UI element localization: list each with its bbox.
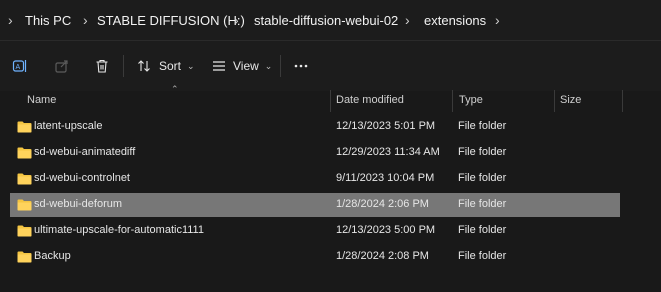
chevron-down-icon: ⌄ bbox=[264, 60, 273, 71]
share-icon bbox=[55, 60, 68, 73]
column-divider[interactable] bbox=[452, 90, 453, 112]
file-name: Backup bbox=[34, 250, 71, 262]
file-type: File folder bbox=[458, 198, 507, 210]
file-date-modified: 1/28/2024 2:06 PM bbox=[336, 198, 429, 210]
rename-button[interactable]: A bbox=[10, 52, 30, 80]
rename-icon: A bbox=[12, 60, 27, 72]
column-divider[interactable] bbox=[554, 90, 555, 112]
chevron-right-icon[interactable]: › bbox=[495, 12, 500, 28]
file-date-modified: 12/29/2023 11:34 AM bbox=[336, 146, 440, 158]
delete-icon bbox=[96, 59, 108, 73]
chevron-right-icon[interactable]: › bbox=[234, 12, 239, 28]
toolbar-separator bbox=[123, 55, 124, 77]
folder-icon bbox=[17, 225, 32, 237]
more-icon bbox=[294, 64, 308, 68]
breadcrumb-item-webui[interactable]: stable-diffusion-webui-02 bbox=[254, 13, 398, 28]
sort-label: Sort bbox=[159, 59, 182, 73]
folder-icon bbox=[17, 199, 32, 211]
breadcrumb-item-drive[interactable]: STABLE DIFFUSION (H:) bbox=[97, 13, 245, 28]
folder-icon bbox=[17, 251, 32, 263]
column-header-size[interactable]: Size bbox=[560, 94, 581, 106]
file-type: File folder bbox=[458, 120, 507, 132]
file-date-modified: 1/28/2024 2:08 PM bbox=[336, 250, 429, 262]
column-header-row: ⌃ Name Date modified Type Size bbox=[0, 84, 661, 112]
chevron-right-icon[interactable]: › bbox=[405, 12, 410, 28]
svg-text:A: A bbox=[16, 64, 21, 71]
file-row[interactable]: sd-webui-controlnet 9/11/2023 10:04 PM Fil… bbox=[10, 167, 620, 191]
column-divider[interactable] bbox=[330, 90, 331, 112]
toolbar-separator bbox=[280, 55, 281, 77]
file-date-modified: 12/13/2023 5:00 PM bbox=[336, 224, 436, 236]
column-divider[interactable] bbox=[622, 90, 623, 112]
share-button[interactable] bbox=[52, 52, 72, 80]
sort-icon bbox=[138, 60, 150, 72]
chevron-right-icon[interactable]: › bbox=[83, 12, 88, 28]
file-type: File folder bbox=[458, 172, 507, 184]
file-row[interactable]: latent-upscale 12/13/2023 5:01 PM File fol… bbox=[10, 115, 620, 139]
breadcrumb-item-this-pc[interactable]: This PC bbox=[25, 13, 71, 28]
column-header-date-modified[interactable]: Date modified bbox=[336, 94, 404, 106]
file-type: File folder bbox=[458, 146, 507, 158]
sort-ascending-icon: ⌃ bbox=[171, 84, 179, 94]
file-row[interactable]: ultimate-upscale-for-automatic1111 12/13/… bbox=[10, 219, 620, 243]
view-button[interactable]: View ⌄ bbox=[211, 52, 277, 80]
file-name: sd-webui-deforum bbox=[34, 198, 123, 210]
folder-icon bbox=[17, 121, 32, 133]
breadcrumb: › This PC › STABLE DIFFUSION (H:) › stab… bbox=[0, 0, 661, 40]
file-name: sd-webui-controlnet bbox=[34, 172, 130, 184]
sort-button[interactable]: Sort ⌄ bbox=[136, 52, 200, 80]
file-row[interactable]: sd-webui-deforum 1/28/2024 2:06 PM File fo… bbox=[10, 193, 620, 217]
delete-button[interactable] bbox=[92, 52, 112, 80]
file-name: sd-webui-animatediff bbox=[34, 146, 136, 158]
file-date-modified: 9/11/2023 10:04 PM bbox=[336, 172, 435, 184]
folder-icon bbox=[17, 173, 32, 185]
chevron-down-icon: ⌄ bbox=[187, 60, 195, 71]
column-header-type[interactable]: Type bbox=[459, 94, 483, 106]
file-name: latent-upscale bbox=[34, 120, 103, 132]
view-label: View bbox=[233, 59, 259, 73]
view-icon bbox=[213, 61, 225, 71]
file-row[interactable]: Backup 1/28/2024 2:08 PM File folder bbox=[10, 245, 620, 269]
file-type: File folder bbox=[458, 250, 507, 262]
column-header-name[interactable]: Name bbox=[27, 94, 56, 106]
file-name: ultimate-upscale-for-automatic1111 bbox=[34, 224, 204, 236]
chevron-right-icon[interactable]: › bbox=[8, 12, 13, 28]
file-type: File folder bbox=[458, 224, 507, 236]
command-bar: A Sort ⌄ View ⌄ bbox=[0, 40, 661, 91]
file-date-modified: 12/13/2023 5:01 PM bbox=[336, 120, 436, 132]
more-options-button[interactable] bbox=[290, 52, 312, 80]
file-row[interactable]: sd-webui-animatediff 12/29/2023 11:34 AM F… bbox=[10, 141, 620, 165]
folder-icon bbox=[17, 147, 32, 159]
breadcrumb-item-extensions[interactable]: extensions bbox=[424, 13, 486, 28]
